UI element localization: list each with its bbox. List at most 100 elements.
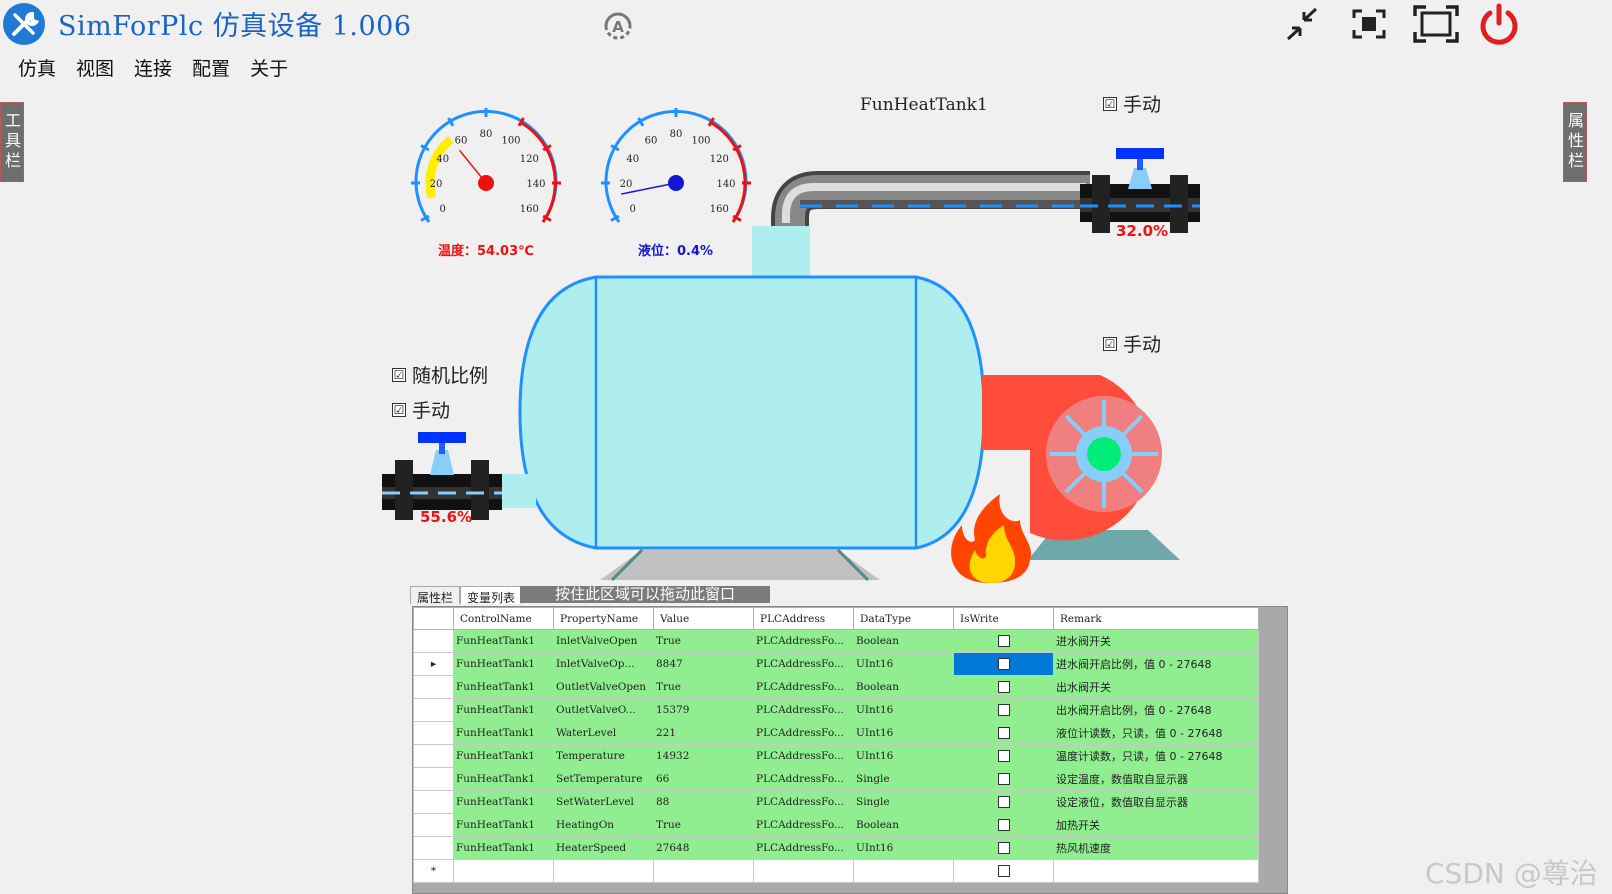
remark-cell[interactable]: 温度计读数，只读，值 0 - 27648 — [1053, 744, 1259, 768]
table-row[interactable]: FunHeatTank1 InletValveOpen True PLCAddress… — [413, 629, 1259, 653]
outlet-manual-checkbox[interactable]: ☑ 手动 — [1103, 90, 1161, 117]
grid-cell[interactable]: PLCAddressFo... — [753, 721, 854, 745]
grid-cell[interactable]: PLCAddressFo... — [753, 698, 854, 722]
iswrite-checkbox[interactable] — [997, 727, 1010, 739]
grid-cell[interactable]: HeatingOn — [553, 813, 654, 837]
column-header[interactable]: PLCAddress — [753, 607, 854, 630]
menu-item-connect[interactable]: 连接 — [126, 52, 184, 83]
column-header[interactable]: PropertyName — [553, 607, 654, 630]
table-row[interactable]: FunHeatTank1 SetTemperature 66 PLCAddressFo… — [413, 767, 1259, 791]
row-header[interactable] — [413, 629, 454, 653]
iswrite-checkbox[interactable] — [997, 842, 1010, 854]
grid-cell[interactable]: 66 — [653, 767, 754, 791]
remark-cell[interactable] — [1053, 859, 1259, 883]
grid-cell[interactable]: FunHeatTank1 — [453, 675, 554, 699]
remark-cell[interactable]: 出水阀开关 — [1053, 675, 1259, 699]
grid-cell[interactable]: FunHeatTank1 — [453, 813, 554, 837]
iswrite-cell[interactable] — [953, 698, 1054, 722]
grid-cell[interactable]: OutletValveO... — [553, 698, 654, 722]
grid-cell[interactable]: PLCAddressFo... — [753, 652, 854, 676]
grid-cell[interactable]: SetTemperature — [553, 767, 654, 791]
grid-cell[interactable]: FunHeatTank1 — [453, 767, 554, 791]
menu-item-about[interactable]: 关于 — [242, 52, 300, 83]
grid-cell[interactable]: 221 — [653, 721, 754, 745]
remark-cell[interactable]: 出水阀开启比例，值 0 - 27648 — [1053, 698, 1259, 722]
iswrite-checkbox[interactable] — [997, 704, 1010, 716]
properties-side-tab[interactable]: 属性栏 — [1563, 102, 1587, 182]
iswrite-cell[interactable] — [953, 721, 1054, 745]
grid-cell[interactable]: PLCAddressFo... — [753, 744, 854, 768]
grid-cell[interactable]: UInt16 — [853, 744, 954, 768]
grid-cell[interactable]: InletValveOpen — [553, 629, 654, 653]
grid-cell[interactable] — [653, 859, 754, 883]
iswrite-checkbox[interactable] — [997, 681, 1010, 693]
table-row[interactable]: FunHeatTank1 SetWaterLevel 88 PLCAddressFo.… — [413, 790, 1259, 814]
remark-cell[interactable]: 液位计读数，只读，值 0 - 27648 — [1053, 721, 1259, 745]
minimize-button[interactable] — [1278, 2, 1326, 46]
remark-cell[interactable]: 进水阀开启比例，值 0 - 27648 — [1053, 652, 1259, 676]
grid-cell[interactable]: PLCAddressFo... — [753, 813, 854, 837]
grid-cell[interactable]: FunHeatTank1 — [453, 652, 554, 676]
panel-drag-handle[interactable]: 按住此区域可以拖动此窗口 — [520, 586, 770, 603]
iswrite-cell[interactable] — [953, 836, 1054, 860]
inlet-manual-checkbox[interactable]: ☑ 手动 — [392, 396, 450, 423]
grid-cell[interactable]: UInt16 — [853, 652, 954, 676]
table-row[interactable]: FunHeatTank1 HeaterSpeed 27648 PLCAddressFo… — [413, 836, 1259, 860]
grid-cell[interactable]: True — [653, 629, 754, 653]
row-header[interactable] — [413, 675, 454, 699]
grid-cell[interactable]: FunHeatTank1 — [453, 790, 554, 814]
table-row[interactable]: FunHeatTank1 Temperature 14932 PLCAddressFo… — [413, 744, 1259, 768]
table-row[interactable]: FunHeatTank1 OutletValveO... 15379 PLCAddre… — [413, 698, 1259, 722]
remark-cell[interactable]: 设定液位，数值取自显示器 — [1053, 790, 1259, 814]
row-header[interactable] — [413, 698, 454, 722]
grid-cell[interactable]: 14932 — [653, 744, 754, 768]
grid-cell[interactable]: UInt16 — [853, 836, 954, 860]
new-row[interactable]: * — [413, 859, 1259, 883]
grid-cell[interactable] — [453, 859, 554, 883]
iswrite-cell[interactable] — [953, 675, 1054, 699]
iswrite-checkbox[interactable] — [997, 865, 1010, 877]
row-header[interactable]: ▸ — [413, 652, 454, 676]
iswrite-checkbox[interactable] — [997, 658, 1010, 670]
row-header[interactable] — [413, 813, 454, 837]
grid-cell[interactable]: Temperature — [553, 744, 654, 768]
grid-cell[interactable] — [853, 859, 954, 883]
column-header[interactable]: ControlName — [453, 607, 554, 630]
iswrite-cell[interactable] — [953, 629, 1054, 653]
row-header[interactable] — [413, 790, 454, 814]
grid-cell[interactable]: Boolean — [853, 813, 954, 837]
menu-item-simulate[interactable]: 仿真 — [10, 52, 68, 83]
iswrite-checkbox[interactable] — [997, 750, 1010, 762]
grid-cell[interactable]: Boolean — [853, 675, 954, 699]
grid-cell[interactable]: PLCAddressFo... — [753, 836, 854, 860]
row-header[interactable]: * — [413, 859, 454, 883]
row-header[interactable] — [413, 721, 454, 745]
grid-cell[interactable]: InletValveOp... — [553, 652, 654, 676]
grid-cell[interactable]: 88 — [653, 790, 754, 814]
toolbar-side-tab[interactable]: 工具栏 — [0, 102, 24, 182]
iswrite-checkbox[interactable] — [997, 796, 1010, 808]
grid-cell[interactable]: PLCAddressFo... — [753, 767, 854, 791]
remark-cell[interactable]: 设定温度，数值取自显示器 — [1053, 767, 1259, 791]
grid-cell[interactable]: True — [653, 813, 754, 837]
grid-cell[interactable] — [553, 859, 654, 883]
column-header[interactable]: Value — [653, 607, 754, 630]
grid-cell[interactable]: Single — [853, 790, 954, 814]
iswrite-cell[interactable] — [953, 790, 1054, 814]
grid-cell[interactable]: PLCAddressFo... — [753, 790, 854, 814]
grid-cell[interactable]: UInt16 — [853, 698, 954, 722]
inlet-random-checkbox[interactable]: ☑ 随机比例 — [392, 361, 488, 388]
menu-item-config[interactable]: 配置 — [184, 52, 242, 83]
fan-manual-checkbox[interactable]: ☑ 手动 — [1103, 330, 1161, 357]
iswrite-cell[interactable] — [953, 652, 1054, 676]
grid-cell[interactable]: PLCAddressFo... — [753, 675, 854, 699]
power-button[interactable] — [1475, 2, 1523, 46]
iswrite-checkbox[interactable] — [997, 819, 1010, 831]
table-row[interactable]: FunHeatTank1 HeatingOn True PLCAddressFo...… — [413, 813, 1259, 837]
auto-mode-icon[interactable]: A — [598, 6, 638, 42]
iswrite-checkbox[interactable] — [997, 635, 1010, 647]
tab-properties[interactable]: 属性栏 — [410, 586, 461, 605]
grid-cell[interactable]: PLCAddressFo... — [753, 629, 854, 653]
row-header[interactable] — [413, 767, 454, 791]
grid-cell[interactable]: FunHeatTank1 — [453, 721, 554, 745]
